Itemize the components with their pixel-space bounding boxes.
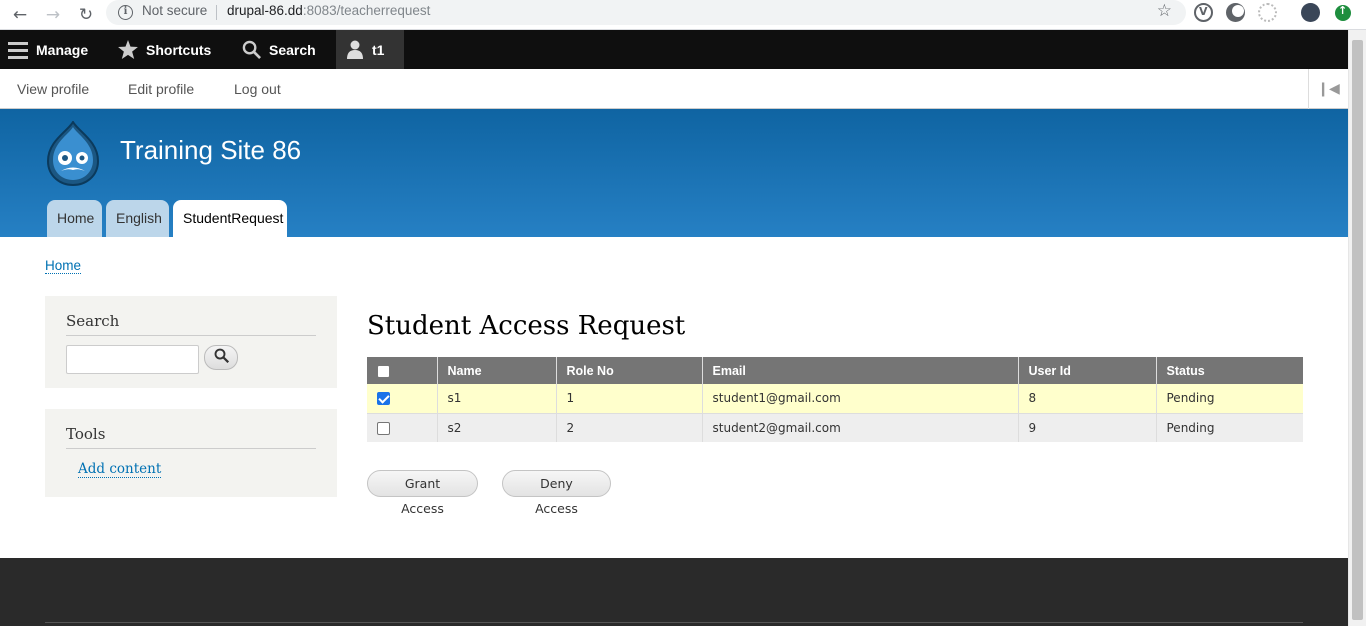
column-header-role-no: Role No	[555, 357, 702, 384]
page-scrollbar[interactable]	[1348, 30, 1366, 626]
search-block-title: Search	[66, 312, 120, 330]
forward-arrow-icon[interactable]: →	[41, 3, 65, 27]
user-icon	[346, 40, 364, 59]
back-arrow-icon[interactable]: ←	[8, 3, 32, 27]
search-icon	[242, 40, 261, 59]
update-arrow-icon[interactable]: ↑	[1335, 4, 1351, 21]
user-tray: View profile Edit profile Log out ❙◀	[0, 69, 1348, 109]
view-profile-link[interactable]: View profile	[17, 81, 89, 97]
request-table: Name Role No Email User Id Status s1 1 s…	[367, 357, 1303, 442]
not-secure-label: Not secure	[142, 3, 208, 18]
cell-email: student2@gmail.com	[701, 413, 1018, 442]
bookmark-star-icon[interactable]: ☆	[1157, 1, 1172, 21]
row-checkbox[interactable]	[377, 421, 390, 435]
sidebar-search-input[interactable]	[66, 345, 199, 374]
cell-name: s1	[436, 384, 556, 413]
profile-avatar[interactable]	[1301, 3, 1320, 22]
url-host: drupal-86.dd	[227, 3, 303, 18]
edit-profile-link[interactable]: Edit profile	[128, 81, 194, 97]
table-row[interactable]: s2 2 student2@gmail.com 9 Pending	[367, 413, 1303, 442]
row-checkbox[interactable]	[377, 392, 390, 406]
select-all-checkbox[interactable]	[377, 364, 390, 378]
admin-toolbar: Manage Shortcuts Search t1	[0, 30, 1366, 69]
cell-user-id: 9	[1017, 413, 1156, 442]
cell-email: student1@gmail.com	[701, 384, 1018, 413]
column-header-email: Email	[701, 357, 1018, 384]
table-header-row: Name Role No Email User Id Status	[367, 357, 1303, 384]
tab-english[interactable]: English	[106, 200, 169, 237]
toolbar-shortcuts[interactable]: Shortcuts	[118, 30, 211, 69]
table-row[interactable]: s1 1 student1@gmail.com 8 Pending	[367, 384, 1303, 413]
row-select-cell	[367, 413, 437, 442]
scrollbar-thumb[interactable]	[1352, 40, 1363, 620]
site-name[interactable]: Training Site 86	[120, 135, 301, 166]
column-header-status: Status	[1155, 357, 1303, 384]
divider	[66, 335, 316, 336]
reload-icon[interactable]: ↻	[74, 3, 98, 27]
sidebar-search-button[interactable]	[204, 345, 238, 370]
deny-access-button[interactable]: Deny Access	[502, 470, 611, 516]
tools-block: Tools Add content	[45, 409, 337, 497]
cell-status: Pending	[1155, 384, 1303, 413]
footer-divider	[45, 622, 1303, 623]
site-footer	[0, 558, 1348, 626]
column-header-user-id: User Id	[1017, 357, 1156, 384]
row-select-cell	[367, 384, 437, 413]
star-icon	[118, 40, 138, 59]
info-icon[interactable]: i	[118, 5, 133, 20]
toolbar-search[interactable]: Search	[242, 30, 316, 69]
address-bar[interactable]: i Not secure drupal-86.dd:8083/teacherre…	[106, 0, 1186, 25]
tab-home[interactable]: Home	[47, 200, 102, 237]
extension-v-icon[interactable]: V	[1194, 3, 1213, 22]
grant-access-button[interactable]: Grant Access	[367, 470, 478, 516]
add-content-link[interactable]: Add content	[78, 462, 162, 478]
cell-status: Pending	[1155, 413, 1303, 442]
cell-name: s2	[436, 413, 556, 442]
tools-block-title: Tools	[66, 425, 106, 443]
separator	[216, 5, 217, 20]
column-header-name: Name	[436, 357, 556, 384]
divider	[66, 448, 316, 449]
toolbar-search-label: Search	[269, 41, 316, 58]
search-icon	[214, 348, 229, 367]
url-path: :8083/teacherrequest	[302, 3, 431, 18]
breadcrumb-home[interactable]: Home	[45, 258, 82, 274]
cell-user-id: 8	[1017, 384, 1156, 413]
drupal-logo-icon[interactable]	[44, 119, 102, 191]
select-all-header	[367, 357, 437, 384]
cell-role-no: 1	[555, 384, 702, 413]
search-block: Search	[45, 296, 337, 388]
cell-role-no: 2	[555, 413, 702, 442]
extension-dots-icon[interactable]	[1258, 3, 1277, 22]
tab-studentrequest[interactable]: StudentRequest	[173, 200, 287, 237]
toolbar-user[interactable]: t1	[336, 30, 404, 69]
toolbar-manage[interactable]: Manage	[8, 30, 88, 69]
toolbar-shortcuts-label: Shortcuts	[146, 41, 212, 58]
hamburger-icon	[8, 41, 28, 59]
extension-moon-icon[interactable]	[1226, 3, 1245, 22]
tray-orientation-toggle-icon[interactable]: ❙◀	[1308, 69, 1348, 109]
site-header: Training Site 86 Home English StudentReq…	[0, 109, 1348, 237]
log-out-link[interactable]: Log out	[234, 81, 281, 97]
url-text[interactable]: drupal-86.dd:8083/teacherrequest	[227, 3, 430, 18]
toolbar-manage-label: Manage	[36, 41, 89, 58]
browser-bar: ← → ↻ i Not secure drupal-86.dd:8083/tea…	[0, 0, 1366, 30]
toolbar-user-label: t1	[372, 41, 385, 58]
page-title: Student Access Request	[367, 311, 686, 341]
